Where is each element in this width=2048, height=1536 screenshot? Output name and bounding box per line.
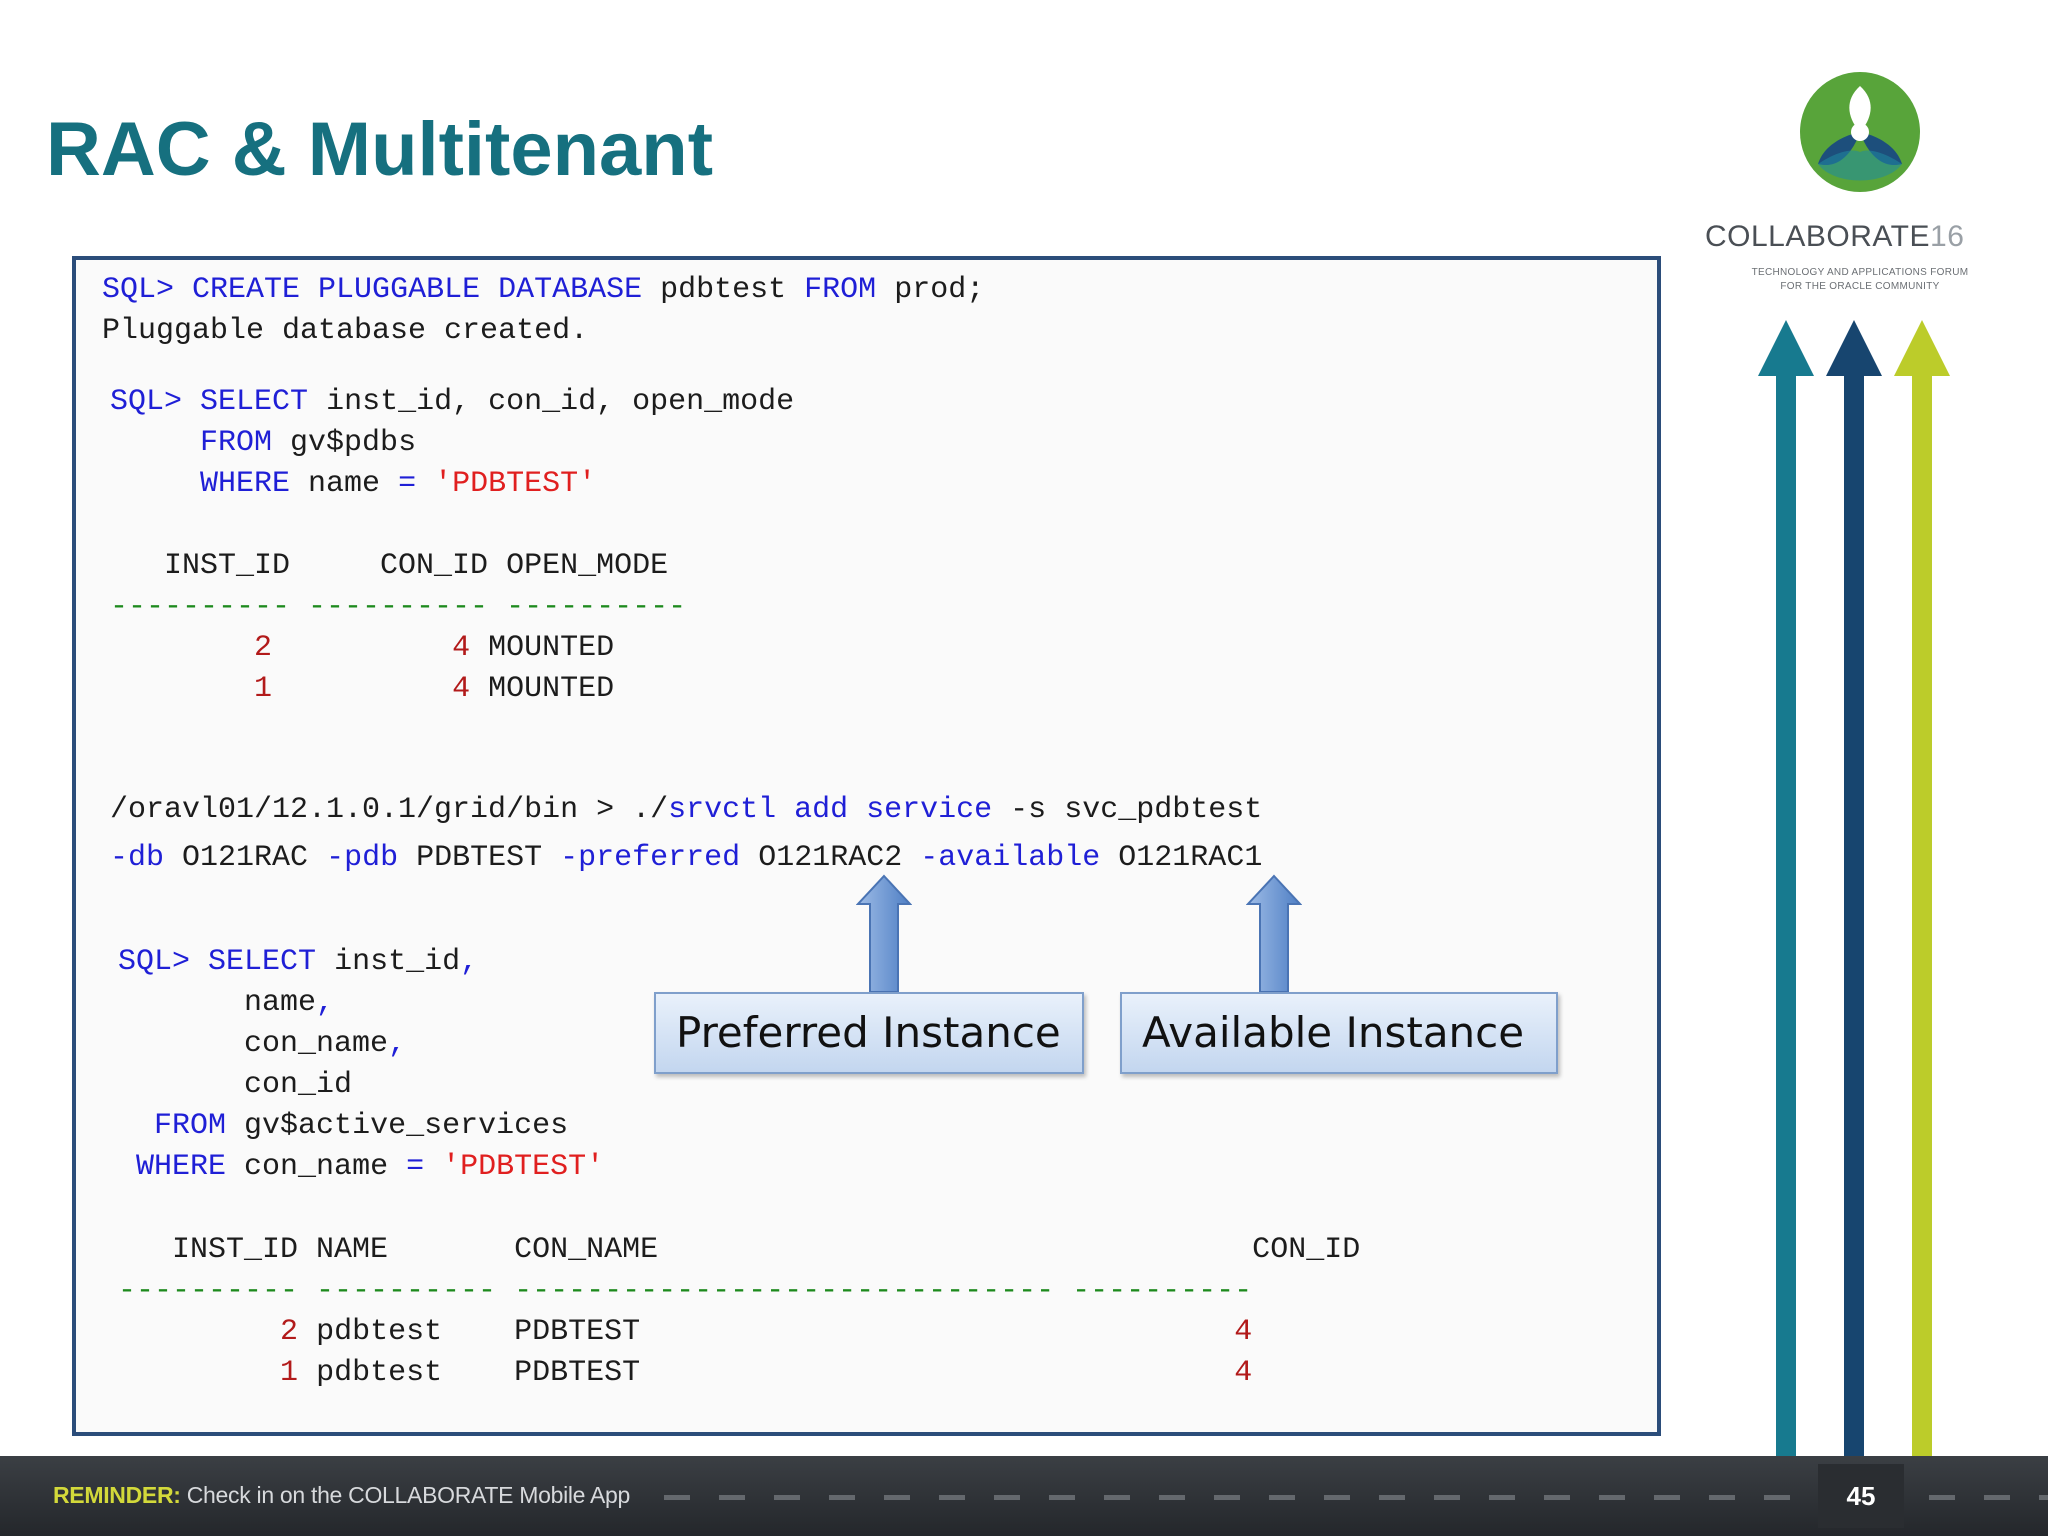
logo-brand: COLLABORATE — [1705, 220, 1931, 253]
result-header: INST_ID CON_ID OPEN_MODE — [110, 549, 669, 583]
create-result: Pluggable database created. — [102, 314, 589, 348]
where-column: name — [308, 467, 381, 501]
code-block-services-result: INST_ID NAME CON_NAME CON_ID ---------- … — [118, 1230, 1360, 1394]
result-rule: ---------- ---------- ------------------… — [118, 1274, 1253, 1308]
create-keyword: CREATE PLUGGABLE DATABASE — [192, 273, 643, 307]
collaborate-logo: COLLABORATE16 TECHNOLOGY AND APPLICATION… — [1700, 68, 2020, 308]
decorative-arrows — [1758, 320, 1950, 1456]
select-keyword: SELECT — [200, 385, 309, 419]
slide-title: RAC & Multitenant — [46, 107, 714, 192]
code-block-create: SQL> CREATE PLUGGABLE DATABASE pdbtest F… — [102, 270, 984, 352]
sql-prompt: SQL> — [110, 385, 183, 419]
equals-operator: = — [406, 1150, 425, 1184]
code-block-srvctl: /oravl01/12.1.0.1/grid/bin > ./srvctl ad… — [110, 786, 1262, 882]
comma: , — [460, 945, 479, 979]
code-panel: SQL> CREATE PLUGGABLE DATABASE pdbtest F… — [72, 256, 1661, 1436]
logo-tagline-line-2: FOR THE ORACLE COMMUNITY — [1780, 281, 1940, 292]
row-name: pdbtest — [316, 1315, 443, 1349]
db-name: O121RAC — [182, 841, 309, 875]
row-inst-id: 1 — [280, 1356, 299, 1390]
where-value: 'PDBTEST' — [442, 1150, 605, 1184]
logo-tagline-line-1: TECHNOLOGY AND APPLICATIONS FORUM — [1751, 267, 1969, 278]
flag-preferred: -preferred — [560, 841, 741, 875]
source-db: prod; — [894, 273, 985, 307]
comma: , — [388, 1027, 407, 1061]
srvctl-command: srvctl add service — [668, 793, 993, 827]
arrow-up-lime-icon — [1894, 320, 1950, 1456]
service-name: svc_pdbtest — [1064, 793, 1263, 827]
collaborate-knot-icon — [1800, 72, 1920, 192]
row-name: pdbtest — [316, 1356, 443, 1390]
result-rule: ---------- ---------- ---------- — [110, 590, 687, 624]
footer-bar: REMINDER: Check in on the COLLABORATE Mo… — [0, 1456, 2048, 1536]
footer-reminder: REMINDER: Check in on the COLLABORATE Mo… — [53, 1482, 630, 1509]
preferred-value: O121RAC2 — [758, 841, 903, 875]
reminder-label: REMINDER: — [53, 1482, 181, 1508]
flag-s: -s — [1010, 793, 1047, 827]
pdb-value: PDBTEST — [416, 841, 543, 875]
row-open-mode: MOUNTED — [488, 672, 615, 706]
where-keyword: WHERE — [136, 1150, 227, 1184]
flag-db: -db — [110, 841, 165, 875]
where-keyword: WHERE — [200, 467, 291, 501]
row-con-id: 4 — [452, 631, 471, 665]
arrow-up-available-icon — [1246, 874, 1302, 993]
row-inst-id: 1 — [254, 672, 273, 706]
where-value: 'PDBTEST' — [434, 467, 597, 501]
select-keyword: SELECT — [208, 945, 317, 979]
pdb-name: pdbtest — [660, 273, 787, 307]
reminder-text: Check in on the COLLABORATE Mobile App — [180, 1482, 631, 1508]
row-con-id: 4 — [452, 672, 471, 706]
flag-pdb: -pdb — [326, 841, 399, 875]
logo-tagline: TECHNOLOGY AND APPLICATIONS FORUM FOR TH… — [1700, 266, 2020, 294]
comma: , — [316, 986, 335, 1020]
row-inst-id: 2 — [254, 631, 273, 665]
sql-prompt: SQL> — [102, 273, 175, 307]
logo-wordmark: COLLABORATE16 — [1705, 220, 1964, 254]
row-con-id: 4 — [1234, 1356, 1253, 1390]
from-keyword: FROM — [154, 1109, 227, 1143]
code-block-active-services: SQL> SELECT inst_id, name, con_name, con… — [118, 942, 604, 1188]
equals-operator: = — [398, 467, 417, 501]
select-col-3: con_name — [244, 1027, 389, 1061]
available-value: O121RAC1 — [1118, 841, 1263, 875]
row-con-name: PDBTEST — [514, 1356, 641, 1390]
result-header: INST_ID NAME CON_NAME CON_ID — [118, 1233, 1361, 1267]
where-column: con_name — [244, 1150, 389, 1184]
select-col-2: name — [244, 986, 317, 1020]
arrow-up-preferred-icon — [856, 874, 912, 993]
sql-prompt: SQL> — [118, 945, 191, 979]
page-number: 45 — [1818, 1464, 1904, 1528]
select-col-1: inst_id — [334, 945, 461, 979]
callout-available-instance: Available Instance — [1120, 992, 1558, 1074]
row-con-id: 4 — [1234, 1315, 1253, 1349]
from-keyword: FROM — [804, 273, 877, 307]
arrow-up-navy-icon — [1826, 320, 1882, 1456]
code-block-gv-pdbs: SQL> SELECT inst_id, con_id, open_mode F… — [110, 382, 794, 710]
arrow-up-teal-icon — [1758, 320, 1814, 1456]
callout-preferred-instance: Preferred Instance — [654, 992, 1084, 1074]
from-keyword: FROM — [200, 426, 273, 460]
flag-available: -available — [920, 841, 1101, 875]
row-con-name: PDBTEST — [514, 1315, 641, 1349]
grid-path: /oravl01/12.1.0.1/grid/bin > ./ — [110, 793, 669, 827]
row-inst-id: 2 — [280, 1315, 299, 1349]
logo-year: 16 — [1930, 220, 1965, 253]
view-name: gv$active_services — [244, 1109, 569, 1143]
view-name: gv$pdbs — [290, 426, 417, 460]
row-open-mode: MOUNTED — [488, 631, 615, 665]
select-columns: inst_id, con_id, open_mode — [326, 385, 795, 419]
select-col-4: con_id — [244, 1068, 353, 1102]
